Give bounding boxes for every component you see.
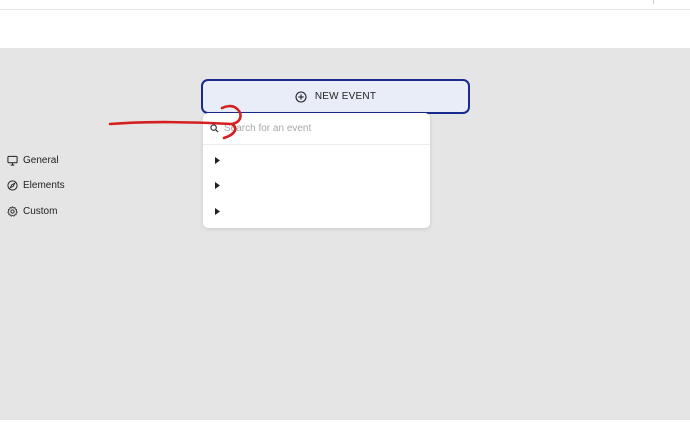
- page: NEW EVENT General Elements: [0, 0, 690, 424]
- bottom-edge: [0, 420, 690, 424]
- new-event-label: NEW EVENT: [314, 91, 377, 102]
- gear-icon: [7, 206, 18, 217]
- event-search-input[interactable]: [224, 123, 414, 134]
- event-dropdown: [203, 113, 430, 228]
- plus-circle-icon: [295, 90, 307, 103]
- monitor-icon: [7, 155, 18, 166]
- header-strip: [0, 11, 690, 48]
- new-event-button[interactable]: NEW EVENT: [201, 79, 470, 114]
- search-row: [203, 113, 430, 145]
- menu-item-custom[interactable]: Custom: [0, 199, 227, 224]
- caret-right-icon: [215, 208, 220, 215]
- menu-item-label: General: [23, 155, 59, 166]
- top-bar: [0, 0, 690, 10]
- menu-item-general[interactable]: General: [0, 148, 227, 173]
- caret-right-icon: [215, 157, 220, 164]
- menu-item-label: Elements: [23, 180, 65, 191]
- top-bar-divider: [653, 0, 654, 4]
- menu-item-label: Custom: [23, 206, 58, 217]
- search-icon: [210, 124, 219, 133]
- menu-item-elements[interactable]: Elements: [0, 173, 227, 198]
- caret-right-icon: [215, 182, 220, 189]
- compass-icon: [7, 180, 18, 191]
